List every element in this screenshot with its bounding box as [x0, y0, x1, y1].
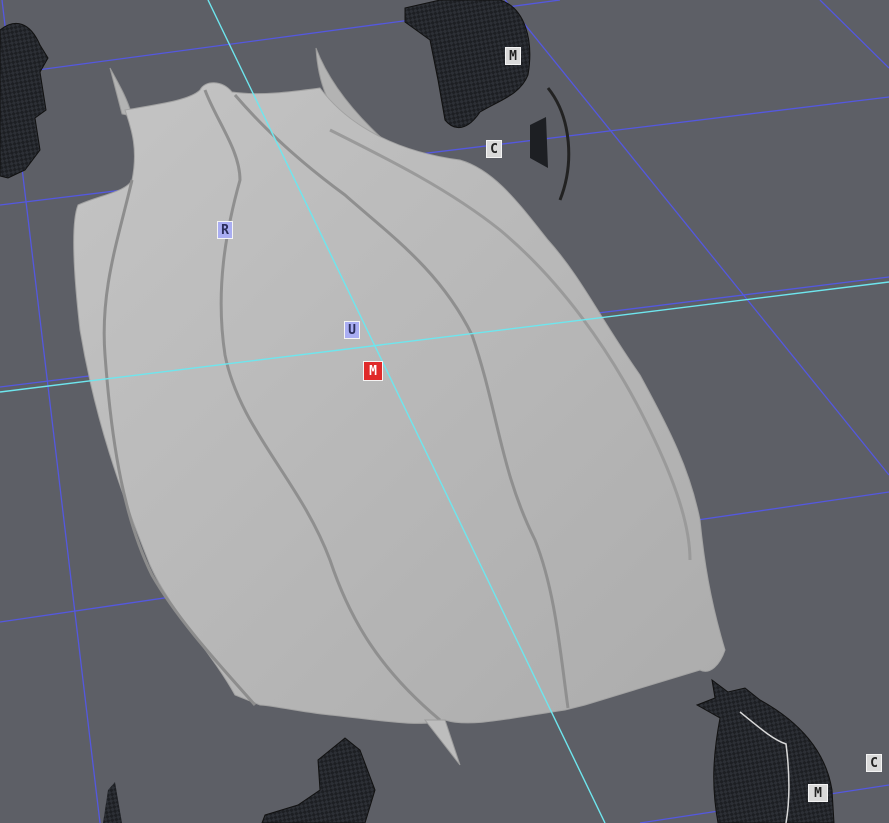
- carbon-piece-bottom-left[interactable]: [103, 782, 122, 823]
- carbon-fin-top[interactable]: [530, 117, 548, 168]
- marker-rotate-handle[interactable]: R: [217, 221, 233, 239]
- body-panel[interactable]: [73, 47, 726, 766]
- side-fin-left: [109, 67, 133, 117]
- marker-up-handle[interactable]: U: [344, 321, 360, 339]
- carbon-arc-top[interactable]: [546, 87, 571, 201]
- 3d-viewport[interactable]: M C R U M C M: [0, 0, 889, 823]
- marker-bottom-connector[interactable]: C: [866, 754, 882, 772]
- marker-center-mount[interactable]: M: [363, 361, 383, 381]
- marker-top-mount[interactable]: M: [505, 47, 521, 65]
- scene-canvas[interactable]: [0, 0, 889, 823]
- marker-bottom-mount[interactable]: M: [808, 784, 828, 802]
- panel-surface[interactable]: [73, 82, 726, 724]
- carbon-bracket-top-left[interactable]: [0, 22, 49, 179]
- panel-rear-lip: [423, 719, 461, 766]
- marker-top-connector[interactable]: C: [486, 140, 502, 158]
- carbon-bracket-bottom[interactable]: [261, 737, 376, 823]
- grid-line: [819, 0, 889, 69]
